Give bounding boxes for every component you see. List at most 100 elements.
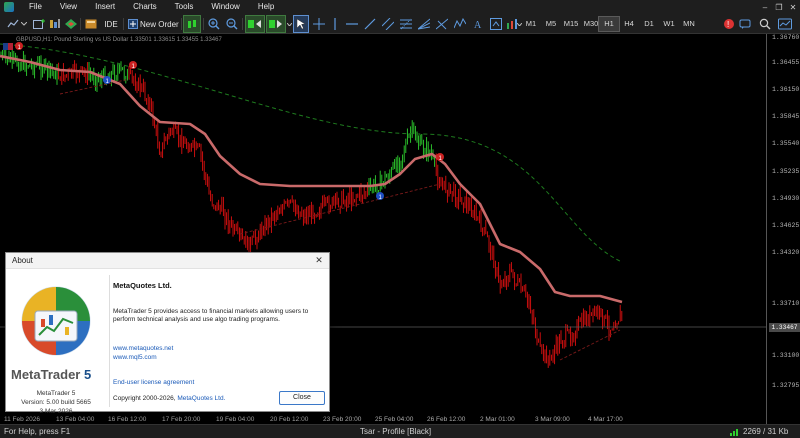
fibonacci-icon[interactable]	[399, 16, 413, 32]
menu-insert[interactable]: Insert	[86, 0, 124, 14]
price-tick: 1.32795	[772, 382, 800, 389]
time-tick: 11 Feb 2026	[4, 416, 41, 423]
help-hint: For Help, press F1	[4, 427, 71, 436]
time-tick: 4 Mar 17:00	[588, 416, 623, 423]
navigator-icon[interactable]	[84, 16, 98, 32]
elliott-wave-icon[interactable]	[453, 16, 467, 32]
new-order-button[interactable]: New Order	[140, 16, 180, 32]
time-tick: 13 Feb 04:00	[56, 416, 95, 423]
symbol-flag-icon	[3, 37, 13, 50]
vertical-line-icon[interactable]	[329, 16, 341, 32]
signals-icon[interactable]	[776, 16, 794, 32]
copyright: Copyright 2000-2026, MetaQuotes Ltd.	[113, 395, 225, 402]
time-tick: 20 Feb 12:00	[270, 416, 309, 423]
crosshair-icon[interactable]	[312, 16, 326, 32]
horizontal-line-icon[interactable]	[345, 16, 359, 32]
auto-scroll-icon[interactable]	[245, 15, 265, 33]
price-tick: 1.36150	[772, 86, 800, 93]
chevron-down-icon[interactable]	[20, 16, 28, 32]
notifications-icon[interactable]: !	[722, 16, 736, 32]
minimize-icon[interactable]: –	[758, 3, 772, 12]
arrow-shapes-icon[interactable]	[489, 16, 503, 32]
price-tick: 1.34930	[772, 195, 800, 202]
menu-help[interactable]: Help	[249, 0, 283, 14]
timeframe-m5[interactable]: M5	[541, 17, 561, 31]
cursor-icon[interactable]	[293, 15, 309, 33]
restore-icon[interactable]: ❐	[772, 3, 786, 12]
price-tick: 1.33100	[772, 352, 800, 359]
chart-legend: GBPUSD,H1: Pound Sterling vs US Dollar 1…	[16, 37, 222, 43]
build-date: 3 Mar 2026	[39, 408, 73, 415]
chat-icon[interactable]	[738, 16, 752, 32]
toolbar-separator	[80, 18, 81, 30]
time-tick: 2 Mar 01:00	[480, 416, 515, 423]
price-tick: 1.36760	[772, 34, 800, 41]
timeframe-h4[interactable]: H4	[619, 17, 639, 31]
product-name: MetaTrader 5	[36, 390, 76, 397]
trend-line	[0, 43, 623, 263]
zoom-in-icon[interactable]	[207, 16, 221, 32]
timeframe-m15[interactable]: M15	[561, 17, 581, 31]
timeframe-m30[interactable]: M30	[581, 17, 601, 31]
about-logo-pane: MetaTrader 5 MetaTrader 5 Version: 5.00 …	[6, 269, 106, 415]
timeframe-h1[interactable]: H1	[598, 16, 620, 32]
toolbar-separator	[123, 18, 124, 30]
price-tick: 1.35540	[772, 140, 800, 147]
metaquotes-link[interactable]: www.metaquotes.net	[113, 345, 173, 352]
toolbar-separator	[242, 18, 243, 30]
timeframe-mn[interactable]: MN	[679, 17, 699, 31]
add-chart-icon[interactable]	[32, 16, 46, 32]
fibonacci-fan-icon[interactable]	[417, 16, 431, 32]
toolbar-separator	[181, 18, 182, 30]
close-icon[interactable]: ✕	[314, 255, 324, 266]
mql5-link[interactable]: www.mql5.com	[113, 354, 157, 361]
time-tick: 16 Feb 12:00	[108, 416, 147, 423]
eula-link[interactable]: End-user license agreement	[113, 379, 194, 386]
time-tick: 19 Feb 04:00	[216, 416, 255, 423]
copyright-link[interactable]: MetaQuotes Ltd.	[177, 395, 225, 402]
version-text: Version: 5.00 build 5665	[21, 399, 91, 406]
text-icon[interactable]: A	[471, 16, 485, 32]
price-tick: 1.34320	[772, 249, 800, 256]
svg-text:!: !	[727, 20, 729, 29]
price-tick: 1.34625	[772, 222, 800, 229]
menu-file[interactable]: File	[20, 0, 51, 14]
timeframe-m1[interactable]: M1	[521, 17, 541, 31]
time-tick: 17 Feb 20:00	[162, 416, 201, 423]
sell-signal-icon: 1	[436, 153, 444, 162]
chevron-down-icon[interactable]	[286, 16, 292, 32]
timeframe-w1[interactable]: W1	[659, 17, 679, 31]
new-order-icon[interactable]	[127, 16, 139, 32]
equidistant-channel-icon[interactable]	[381, 16, 395, 32]
close-window-icon[interactable]: ✕	[786, 3, 800, 12]
metatrader-app-icon	[4, 2, 14, 12]
profile-status[interactable]: Tsar - Profile [Black]	[360, 427, 431, 436]
toolbar: IDE New Order A M1 M5 M15 M30 H1 H4 D1 W…	[0, 14, 800, 34]
timeframe-d1[interactable]: D1	[639, 17, 659, 31]
market-watch-icon[interactable]	[48, 16, 62, 32]
menu-tools[interactable]: Tools	[166, 0, 203, 14]
andrews-pitchfork-icon[interactable]	[435, 16, 449, 32]
chart-type-icon[interactable]	[6, 16, 20, 32]
status-bar: For Help, press F1 Tsar - Profile [Black…	[0, 424, 800, 438]
company-name: MetaQuotes Ltd.	[113, 281, 172, 290]
chart-shift-icon[interactable]	[266, 15, 286, 33]
ide-button[interactable]: IDE	[102, 16, 120, 32]
search-icon[interactable]	[758, 16, 772, 32]
svg-text:A: A	[474, 20, 482, 30]
price-axis[interactable]: 1.36760 1.36455 1.36150 1.35845 1.35540 …	[766, 34, 800, 424]
close-button[interactable]: Close	[279, 391, 325, 405]
toolbar-separator	[203, 18, 204, 30]
about-dialog: About ✕ MetaTrader 5 MetaTrader 5 Versio…	[5, 252, 330, 415]
menu-charts[interactable]: Charts	[124, 0, 166, 14]
zoom-out-icon[interactable]	[225, 16, 239, 32]
menu-window[interactable]: Window	[202, 0, 248, 14]
metatrader-wordmark: MetaTrader 5	[11, 367, 91, 382]
algo-trading-icon[interactable]	[64, 16, 78, 32]
menu-view[interactable]: View	[51, 0, 86, 14]
wordmark-version: 5	[84, 367, 92, 382]
sell-signal-icon: 1	[15, 42, 23, 51]
about-divider	[109, 275, 110, 407]
one-click-trading-icon[interactable]	[183, 15, 201, 33]
trend-line-icon[interactable]	[363, 16, 377, 32]
